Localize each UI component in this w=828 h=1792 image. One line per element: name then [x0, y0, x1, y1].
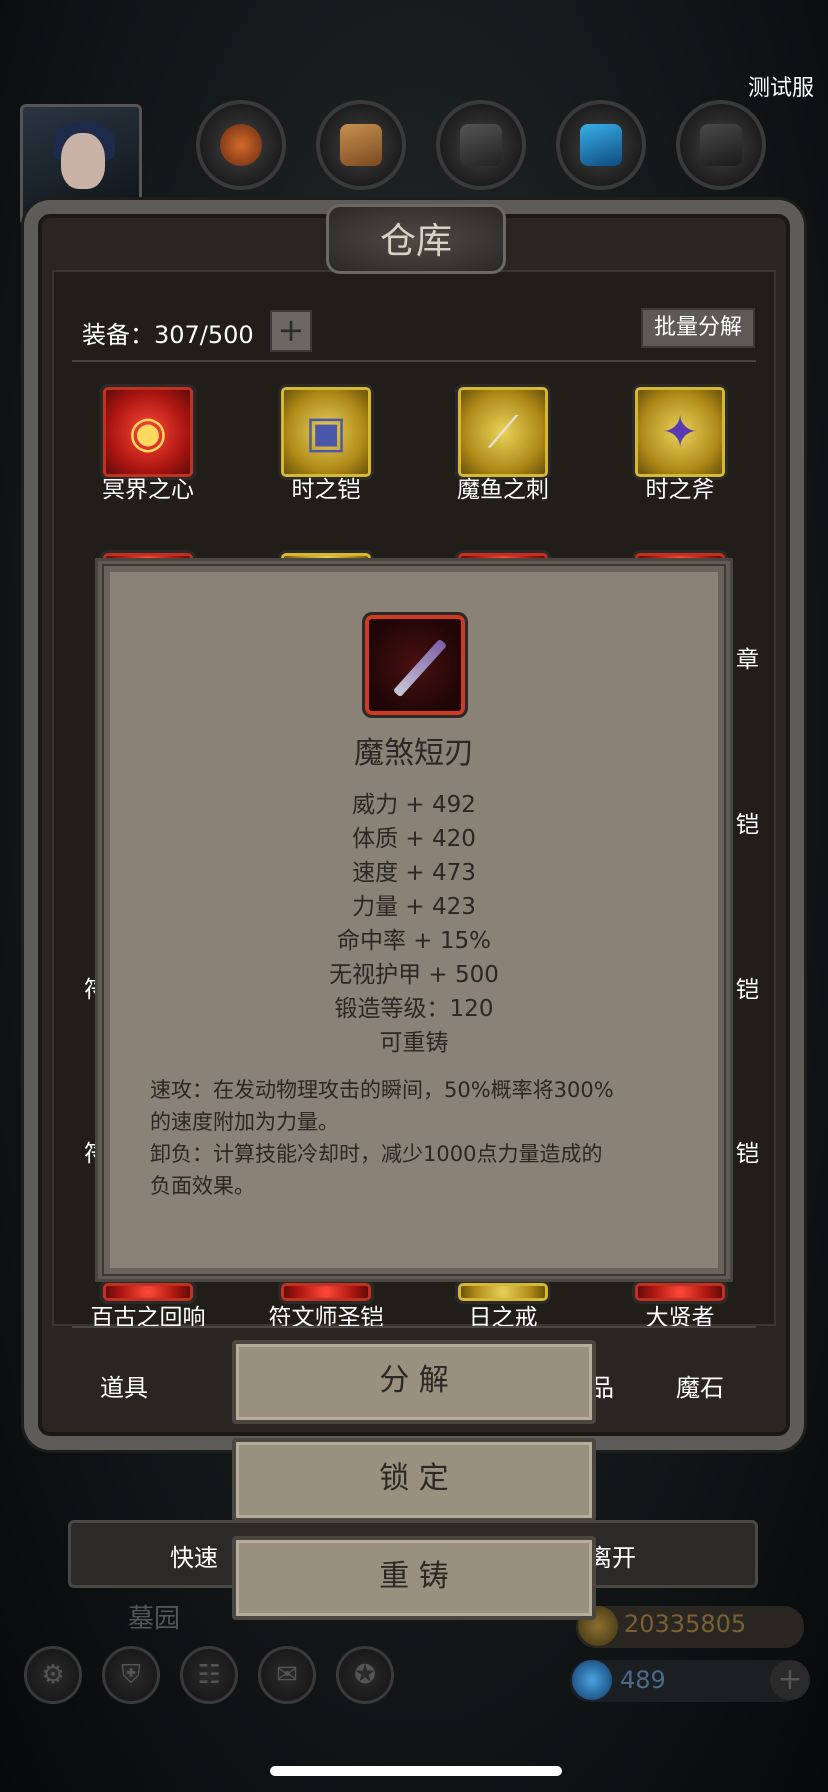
gem-icon	[572, 1660, 612, 1700]
shield-icon[interactable]: ⛨	[102, 1646, 160, 1704]
stat-line: 命中率 + 15%	[336, 928, 491, 954]
tab-items[interactable]: 道具	[100, 1368, 148, 1403]
home-indicator[interactable]	[270, 1766, 562, 1776]
scroll-icon[interactable]: ☷	[180, 1646, 238, 1704]
item-label: 百古之回响	[90, 1305, 206, 1326]
item-label: 日之戒	[468, 1305, 538, 1326]
item-label: 铠	[736, 812, 759, 838]
mail-icon[interactable]: ✉	[258, 1646, 316, 1704]
guild-icon[interactable]: ✪	[336, 1646, 394, 1704]
location-label: 墓园	[128, 1604, 181, 1634]
gem-amount: 489	[620, 1666, 666, 1694]
stat-line: 无视护甲 + 500	[329, 962, 499, 988]
decompose-button[interactable]: 分 解	[232, 1340, 596, 1424]
ore-icon	[220, 124, 262, 166]
settings-icon[interactable]: ⚙	[24, 1646, 82, 1704]
resource-crystal[interactable]	[556, 100, 646, 190]
item-label: 时之斧	[645, 477, 715, 503]
stat-line: 体质 + 420	[352, 826, 476, 852]
armor-icon: ▣	[305, 407, 347, 458]
item-label: 章	[736, 647, 759, 673]
server-label: 测试服	[747, 76, 814, 101]
description-line: 卸负：计算技能冷却时，减少1000点力量造成的	[150, 1142, 603, 1166]
item-label: 魔鱼之刺	[457, 477, 549, 503]
divider	[72, 360, 756, 362]
wood-icon	[340, 124, 382, 166]
item-label: 时之铠	[291, 477, 361, 503]
panel-title: 仓库	[379, 221, 452, 262]
stat-line: 力量 + 423	[352, 894, 476, 920]
description-line: 负面效果。	[150, 1174, 255, 1198]
item-label: 符文师圣铠	[268, 1305, 384, 1326]
blade-shape	[392, 638, 448, 698]
stat-line: 威力 + 492	[352, 792, 476, 818]
tooltip-item-name: 魔煞短刃	[354, 736, 474, 771]
description-line: 速攻：在发动物理攻击的瞬间，50%概率将300%	[150, 1078, 614, 1102]
stat-line: 速度 + 473	[352, 860, 476, 886]
item-slot[interactable]: ⟋	[455, 384, 551, 480]
item-slot[interactable]: ◉	[100, 384, 196, 480]
item-label: 铠	[736, 977, 759, 1003]
axe-icon: ✦	[661, 407, 699, 458]
resource-wood[interactable]	[316, 100, 406, 190]
crystal-icon	[580, 124, 622, 166]
description-line: 的速度附加为力量。	[150, 1110, 339, 1134]
stat-line: 可重铸	[379, 1030, 449, 1056]
resource-ore[interactable]	[196, 100, 286, 190]
dagger-icon: ⟋	[487, 407, 519, 458]
item-slot[interactable]: ✦	[632, 384, 728, 480]
gold-amount: 20335805	[624, 1610, 747, 1638]
expand-capacity-button[interactable]: +	[270, 310, 312, 352]
resource-iron[interactable]	[436, 100, 526, 190]
item-label: 大贤者	[645, 1305, 715, 1326]
avatar-face	[61, 133, 105, 189]
heart-gem-icon: ◉	[128, 407, 168, 458]
divider	[72, 1326, 756, 1328]
lock-button[interactable]: 锁 定	[232, 1438, 596, 1522]
item-slot[interactable]: ▣	[278, 384, 374, 480]
stat-line: 锻造等级：120	[334, 996, 494, 1022]
add-gems-button[interactable]: +	[770, 1660, 810, 1700]
resource-stone[interactable]	[676, 100, 766, 190]
quick-button[interactable]: 快速	[170, 1538, 218, 1573]
reforge-button[interactable]: 重 铸	[232, 1536, 596, 1620]
stone-icon	[700, 124, 742, 166]
item-label: 冥界之心	[102, 477, 194, 503]
batch-decompose-button[interactable]: 批量分解	[641, 308, 755, 348]
equipment-count: 装备：307/500	[82, 321, 254, 349]
short-blade-icon	[362, 612, 468, 718]
tab-magic-stone[interactable]: 魔石	[676, 1368, 724, 1403]
iron-icon	[460, 124, 502, 166]
item-label: 铠	[736, 1141, 759, 1167]
